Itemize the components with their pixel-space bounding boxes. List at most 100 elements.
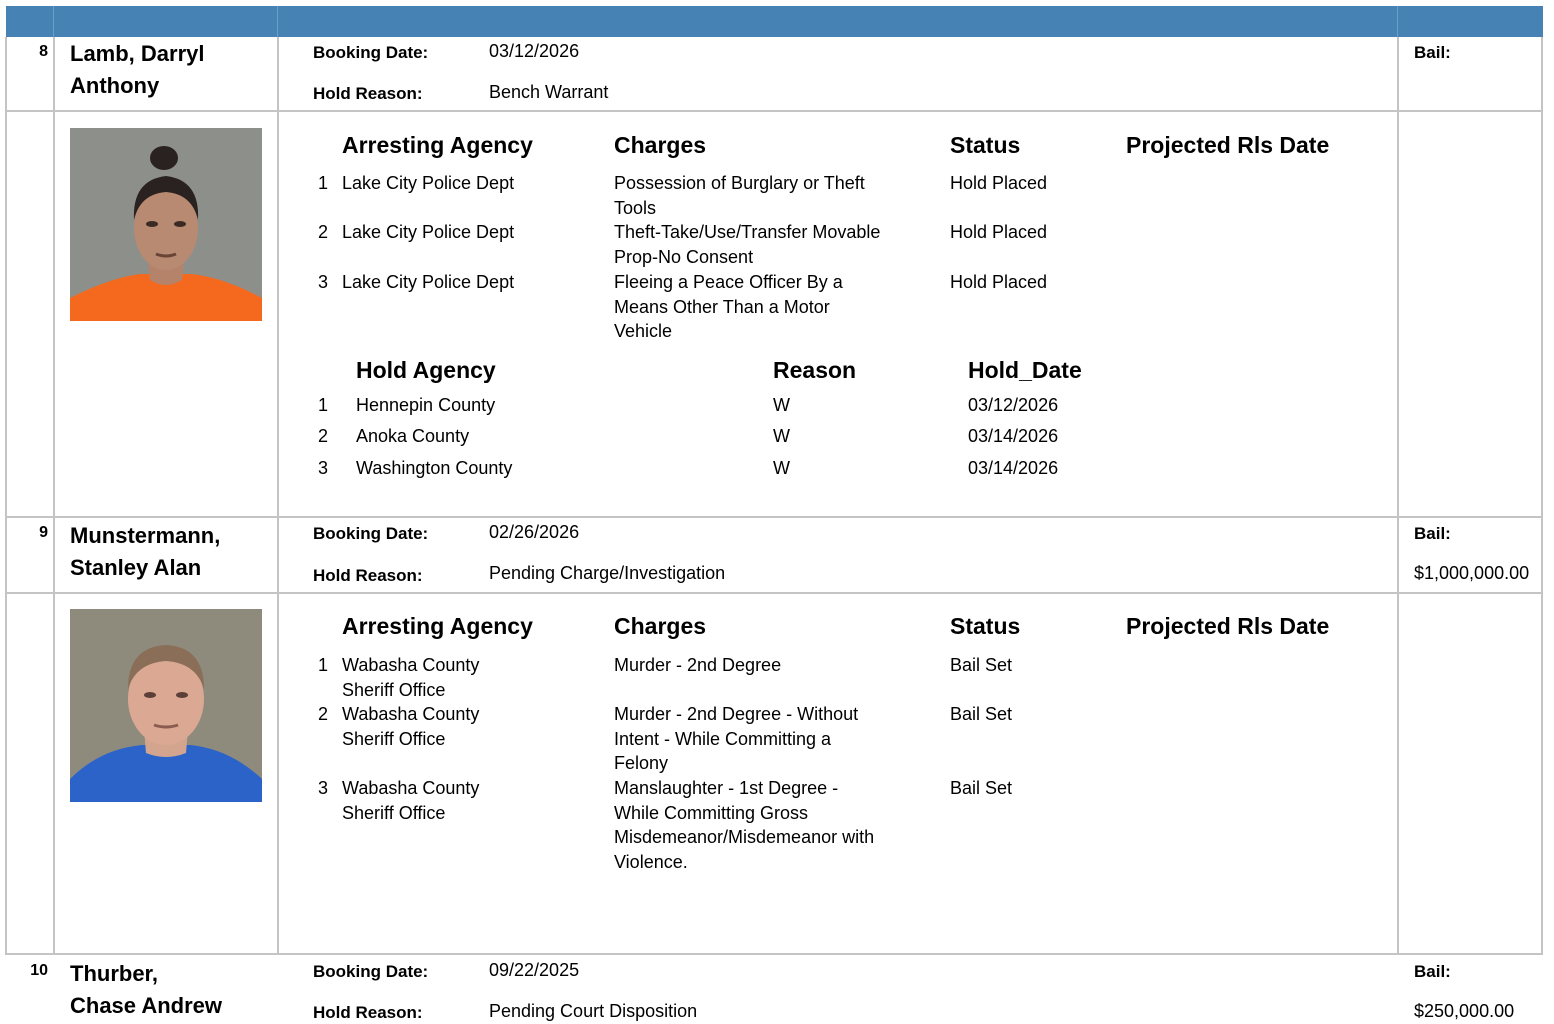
charge-number: 2	[318, 222, 329, 242]
col-header-projected-release: Projected Rls Date	[1126, 613, 1330, 639]
agency-line: Sheriff Office	[342, 728, 446, 749]
row-divider	[6, 110, 1543, 112]
booking-date: 09/22/2025	[489, 960, 580, 980]
charge-status: Bail Set	[950, 704, 1013, 724]
col-divider	[53, 37, 55, 955]
col-header-projected-release: Projected Rls Date	[1126, 132, 1330, 158]
col-divider	[1541, 37, 1543, 955]
charge-line: Manslaughter - 1st Degree -	[614, 778, 839, 798]
row-number: 9	[39, 524, 48, 541]
hold-reason-label: Hold Reason:	[313, 566, 423, 585]
charge-line: Murder - 2nd Degree	[614, 655, 782, 675]
booking-date: 02/26/2026	[489, 522, 580, 542]
hold-date: 03/14/2026	[968, 458, 1059, 478]
charge-description: Possession of Burglary or Theft Tools	[614, 171, 865, 220]
row-divider	[6, 592, 1543, 594]
hold-reason-code: W	[773, 426, 790, 446]
charge-number: 2	[318, 704, 329, 724]
charge-line: Tools	[614, 197, 657, 218]
charge-status: Bail Set	[950, 778, 1013, 798]
hold-number: 2	[318, 426, 329, 446]
bail-label: Bail:	[1414, 524, 1451, 543]
charge-line: Means Other Than a Motor	[614, 296, 830, 317]
col-divider	[5, 37, 7, 955]
col-header-charges: Charges	[614, 132, 707, 158]
agency-line: Sheriff Office	[342, 679, 446, 700]
row-number: 10	[30, 962, 48, 979]
row-divider	[6, 516, 1543, 518]
charge-line: Misdemeanor/Misdemeanor with	[614, 827, 875, 847]
inmate-name[interactable]: Munstermann, Stanley Alan	[70, 520, 220, 584]
charge-description: Fleeing a Peace Officer By a Means Other…	[614, 270, 843, 344]
charge-status: Hold Placed	[950, 272, 1048, 292]
col-header-status: Status	[950, 613, 1021, 639]
charge-line: Vehicle	[614, 321, 673, 341]
agency-line: Wabasha County	[342, 778, 480, 798]
charge-line: Intent - While Committing a	[614, 728, 832, 749]
col-header-hold-agency: Hold Agency	[356, 357, 496, 383]
hold-reason: Bench Warrant	[489, 82, 609, 102]
header-divider	[1397, 6, 1398, 37]
bail-label: Bail:	[1414, 962, 1451, 981]
header-divider	[277, 6, 278, 37]
charge-line: Possession of Burglary or Theft	[614, 173, 865, 193]
agency-line: Wabasha County	[342, 704, 480, 724]
charge-number: 1	[318, 173, 329, 193]
charge-number: 1	[318, 655, 329, 675]
name-line: Lamb, Darryl	[70, 41, 205, 66]
row-divider	[6, 953, 1543, 955]
charge-agency: Lake City Police Dept	[342, 173, 515, 193]
hold-agency: Hennepin County	[356, 395, 496, 415]
charge-description: Manslaughter - 1st Degree - While Commit…	[614, 776, 874, 874]
charge-line: Theft-Take/Use/Transfer Movable	[614, 222, 881, 242]
charge-description: Murder - 2nd Degree - Without Intent - W…	[614, 702, 858, 776]
booking-date: 03/12/2026	[489, 41, 580, 61]
name-line: Anthony	[70, 73, 160, 98]
row-number: 8	[39, 43, 48, 60]
table-header-bar	[6, 6, 1543, 37]
charge-line: Violence.	[614, 851, 688, 872]
hold-reason-label: Hold Reason:	[313, 84, 423, 103]
col-header-arresting-agency: Arresting Agency	[342, 613, 533, 639]
inmate-name[interactable]: Lamb, Darryl Anthony	[70, 38, 205, 102]
hold-reason: Pending Court Disposition	[489, 1001, 698, 1021]
inmate-name[interactable]: Thurber, Chase Andrew	[70, 958, 222, 1022]
agency-line: Sheriff Office	[342, 802, 446, 823]
hold-number: 3	[318, 458, 329, 478]
col-header-arresting-agency: Arresting Agency	[342, 132, 533, 158]
bail-label: Bail:	[1414, 43, 1451, 62]
hold-agency: Washington County	[356, 458, 513, 478]
charge-status: Bail Set	[950, 655, 1013, 675]
charge-description: Theft-Take/Use/Transfer Movable Prop-No …	[614, 220, 880, 269]
booking-date-label: Booking Date:	[313, 524, 429, 543]
booking-date-label: Booking Date:	[313, 962, 429, 981]
col-header-status: Status	[950, 132, 1021, 158]
charge-line: Prop-No Consent	[614, 246, 754, 267]
hold-agency: Anoka County	[356, 426, 470, 446]
hold-date: 03/14/2026	[968, 426, 1059, 446]
bail-amount: $1,000,000.00	[1414, 563, 1530, 583]
hold-reason: Pending Charge/Investigation	[489, 563, 726, 583]
charge-agency: Lake City Police Dept	[342, 272, 515, 292]
charge-line: Fleeing a Peace Officer By a	[614, 272, 843, 292]
hold-date: 03/12/2026	[968, 395, 1059, 415]
hold-number: 1	[318, 395, 329, 415]
inmate-photo[interactable]	[70, 609, 262, 802]
charge-line: Felony	[614, 753, 669, 773]
charge-line: While Committing Gross	[614, 802, 809, 823]
booking-date-label: Booking Date:	[313, 43, 429, 62]
hold-reason-label: Hold Reason:	[313, 1003, 423, 1022]
charge-number: 3	[318, 272, 329, 292]
bail-amount: $250,000.00	[1414, 1001, 1515, 1021]
charge-agency: Wabasha County Sheriff Office	[342, 702, 479, 751]
charge-status: Hold Placed	[950, 173, 1048, 193]
charge-agency: Lake City Police Dept	[342, 222, 515, 242]
charge-description: Murder - 2nd Degree	[614, 653, 781, 678]
charge-status: Hold Placed	[950, 222, 1048, 242]
charge-line: Murder - 2nd Degree - Without	[614, 704, 859, 724]
inmate-photo[interactable]	[70, 128, 262, 321]
col-header-hold-date: Hold_Date	[968, 357, 1082, 383]
col-header-charges: Charges	[614, 613, 707, 639]
hold-reason-code: W	[773, 395, 790, 415]
col-divider	[277, 37, 279, 955]
